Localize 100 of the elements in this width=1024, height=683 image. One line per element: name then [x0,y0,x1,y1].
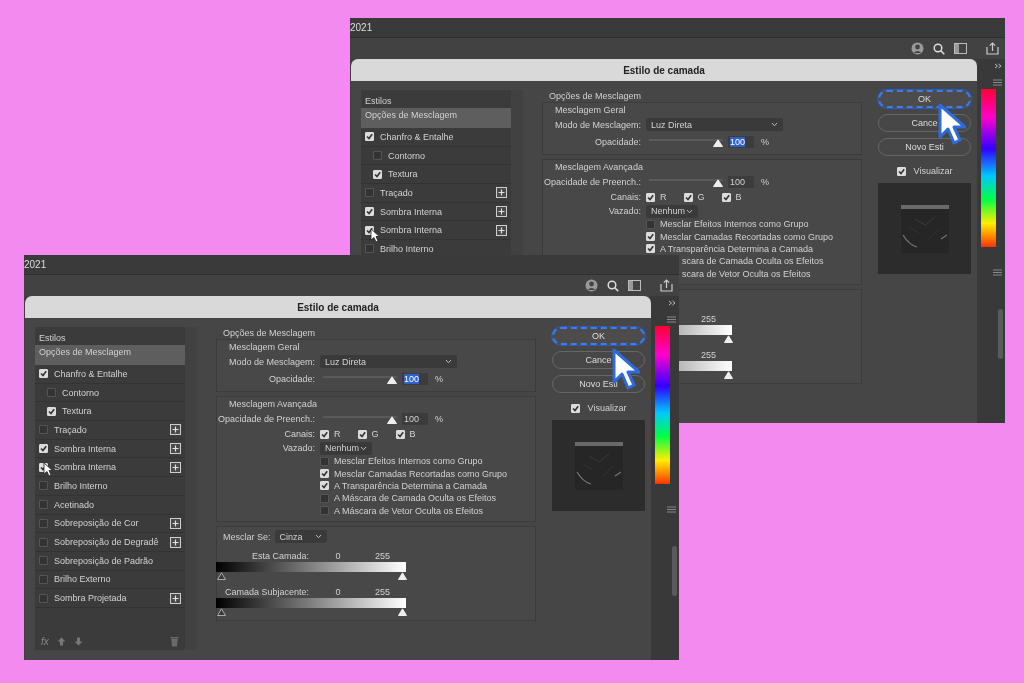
checkbox-label: Visualizar [913,166,953,176]
style-item[interactable]: Brilho Interno [35,477,185,496]
knockout-dropdown[interactable]: Nenhum [320,441,372,455]
option-label: scara de Camada Oculta os Efeitos [682,256,824,267]
add-icon[interactable] [496,224,507,236]
checkbox[interactable] [721,192,731,202]
dialog-button[interactable]: OK [552,327,645,345]
checkbox[interactable] [320,481,329,491]
add-icon[interactable] [496,187,507,199]
style-item[interactable]: Sobreposição de Padrão [35,551,185,571]
style-item[interactable]: Traçado [361,184,511,203]
checkbox[interactable] [646,244,655,254]
range-value: 255 [701,348,718,361]
checkbox[interactable] [39,593,48,603]
checkbox-label: G [371,429,379,439]
style-item[interactable]: Contorno [361,146,511,166]
add-icon[interactable] [170,443,181,455]
style-item[interactable]: Textura [361,165,511,185]
menu-icon[interactable] [667,316,676,323]
checkbox[interactable] [39,369,48,379]
checkbox[interactable] [47,388,56,398]
style-item[interactable]: Chanfro & Entalhe [35,365,185,384]
style-item[interactable]: Brilho Externo [35,570,185,590]
blend-if-dropdown[interactable]: Cinza [274,530,327,544]
add-icon[interactable] [170,536,181,548]
menu-icon[interactable] [993,269,1002,276]
checkbox[interactable] [395,429,405,439]
style-item[interactable]: Acetinado [35,495,185,515]
checkbox[interactable] [365,132,374,142]
share-icon[interactable] [660,279,673,292]
menu-icon[interactable] [667,506,676,513]
dialog-button[interactable]: Novo Esti [878,138,971,156]
checkbox[interactable] [39,537,48,547]
value-field[interactable]: 100 [402,372,428,385]
scrollbar[interactable] [998,309,1003,359]
up-arrow-icon[interactable] [56,636,66,646]
blend-mode-dropdown[interactable]: Luz Direta [646,118,783,131]
checkbox[interactable] [320,506,329,516]
section-title: Opções de Mesclagem [548,90,643,102]
add-icon[interactable] [170,592,181,604]
checkbox[interactable] [320,456,329,466]
color-spectrum[interactable] [981,89,996,247]
checkbox[interactable] [365,188,374,198]
user-icon[interactable] [585,279,598,292]
value-field[interactable]: 100 [402,412,428,425]
checkbox[interactable] [39,425,48,435]
checkbox[interactable] [39,500,48,510]
add-icon[interactable] [496,206,507,218]
field-label: Canais: [609,192,641,202]
knockout-dropdown[interactable]: Nenhum [646,204,698,218]
down-arrow-icon[interactable] [73,636,83,646]
checkbox[interactable] [39,481,48,491]
checkbox[interactable] [373,151,382,161]
add-icon[interactable] [170,517,181,529]
checkbox[interactable] [570,403,580,413]
user-icon[interactable] [911,42,924,55]
style-item[interactable]: Sombra Interna [35,439,185,459]
checkbox[interactable] [39,556,48,566]
unit-label: % [761,176,769,187]
share-icon[interactable] [986,42,999,55]
checkbox[interactable] [39,518,48,528]
checkbox[interactable] [683,192,693,202]
scrollbar[interactable] [672,546,677,596]
value-field[interactable]: 100 [728,175,754,188]
add-icon[interactable] [170,424,181,436]
style-item[interactable]: Traçado [35,421,185,440]
search-icon[interactable] [607,279,619,292]
value-field[interactable]: 100 [728,135,754,148]
style-item[interactable]: Chanfro & Entalhe [361,128,511,147]
menu-icon[interactable] [993,79,1002,86]
blend-mode-dropdown[interactable]: Luz Direta [320,355,457,368]
range-value: 255 [701,312,718,325]
panel-icon[interactable] [954,43,967,54]
style-item[interactable]: Opções de Mesclagem [35,345,185,365]
caret-icon [445,359,452,364]
expand-icon[interactable] [994,63,1002,69]
expand-icon[interactable] [668,300,676,306]
checkbox[interactable] [39,574,48,584]
color-spectrum[interactable] [655,326,670,484]
style-item[interactable]: Sombra Projetada [35,589,185,608]
style-item[interactable]: Textura [35,402,185,422]
style-item[interactable]: Sobreposição de Cor [35,514,185,534]
checkbox[interactable] [320,493,329,503]
field-label: Opacidade: [593,136,641,147]
checkbox[interactable] [896,166,906,176]
style-item[interactable]: Sombra Interna [361,202,511,222]
dialog-button[interactable]: OK [878,90,971,108]
search-icon[interactable] [933,42,945,55]
panel-icon[interactable] [628,280,641,291]
add-icon[interactable] [170,461,181,473]
style-item[interactable]: Sobreposição de Degradê [35,533,185,552]
style-item[interactable]: Contorno [35,383,185,403]
checkbox[interactable] [646,192,655,202]
list-header: Estilos [38,332,67,345]
checkbox[interactable] [365,244,374,254]
style-item[interactable]: Opções de Mesclagem [361,108,511,128]
field-label: Canais: [283,429,315,439]
checkbox[interactable] [646,219,655,229]
checkbox[interactable] [320,429,329,439]
checkbox[interactable] [357,429,367,439]
